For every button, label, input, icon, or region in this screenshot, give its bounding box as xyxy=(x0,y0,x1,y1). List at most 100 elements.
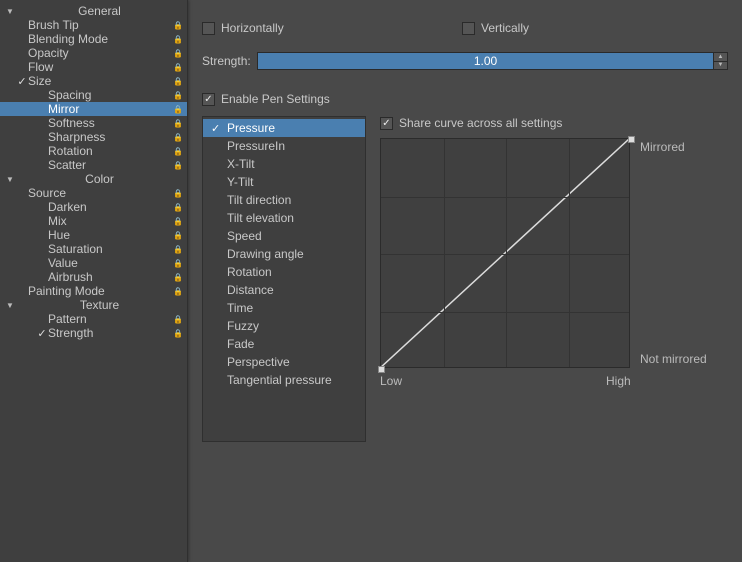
tree-item[interactable]: Darken🔒 xyxy=(0,200,187,214)
tree-item-label: Painting Mode xyxy=(28,284,173,298)
sensor-item[interactable]: Speed xyxy=(203,227,365,245)
tree-item[interactable]: Opacity🔒 xyxy=(0,46,187,60)
tree-item[interactable]: Saturation🔒 xyxy=(0,242,187,256)
sensor-item-label: Tangential pressure xyxy=(227,373,332,387)
tree-item[interactable]: Softness🔒 xyxy=(0,116,187,130)
sensor-item-label: Rotation xyxy=(227,265,272,279)
strength-spinbox[interactable]: ▲ ▼ xyxy=(714,52,728,70)
collapse-icon: ▼ xyxy=(6,301,18,310)
mirror-options-row: Horizontally Vertically xyxy=(202,18,728,38)
spin-down-icon[interactable]: ▼ xyxy=(714,62,727,70)
tree-item[interactable]: Painting Mode🔒 xyxy=(0,284,187,298)
tree-item-label: Rotation xyxy=(48,144,173,158)
curve-handle[interactable] xyxy=(628,136,635,143)
sensor-item-label: Y-Tilt xyxy=(227,175,253,189)
enable-pen-checkbox[interactable] xyxy=(202,93,215,106)
tree-item[interactable]: Airbrush🔒 xyxy=(0,270,187,284)
section-header[interactable]: ▼General xyxy=(0,4,187,18)
tree-item-label: Softness xyxy=(48,116,173,130)
share-curve-checkbox[interactable] xyxy=(380,117,393,130)
section-title: Texture xyxy=(18,298,181,312)
tree-item[interactable]: Rotation🔒 xyxy=(0,144,187,158)
lock-icon: 🔒 xyxy=(173,259,183,268)
sensor-item[interactable]: Tangential pressure xyxy=(203,371,365,389)
lock-icon: 🔒 xyxy=(173,245,183,254)
section-title: Color xyxy=(18,172,181,186)
sensor-item-label: Speed xyxy=(227,229,262,243)
tree-item[interactable]: Mirror🔒 xyxy=(0,102,187,116)
tree-item-label: Mirror xyxy=(48,102,173,116)
tree-item[interactable]: Flow🔒 xyxy=(0,60,187,74)
sensor-item[interactable]: X-Tilt xyxy=(203,155,365,173)
sensor-list: ✓Pressure PressureIn X-Tilt Y-Tilt Tilt dire… xyxy=(202,116,366,442)
vertically-checkbox[interactable] xyxy=(462,22,475,35)
strength-slider[interactable]: 1.00 xyxy=(257,52,714,70)
sensor-item[interactable]: PressureIn xyxy=(203,137,365,155)
tree-item[interactable]: Hue🔒 xyxy=(0,228,187,242)
tree-item-label: Size xyxy=(28,74,173,88)
gridline xyxy=(381,197,629,198)
sensor-check-icon: ✓ xyxy=(211,122,227,135)
section-header[interactable]: ▼Texture xyxy=(0,298,187,312)
tree-item[interactable]: ✓Size🔒 xyxy=(0,74,187,88)
sensor-item[interactable]: Tilt direction xyxy=(203,191,365,209)
lock-icon: 🔒 xyxy=(173,231,183,240)
spin-up-icon[interactable]: ▲ xyxy=(714,53,727,62)
item-check-icon: ✓ xyxy=(36,327,48,340)
enable-pen-label: Enable Pen Settings xyxy=(221,92,330,106)
sensor-item[interactable]: Rotation xyxy=(203,263,365,281)
tree-item[interactable]: Brush Tip🔒 xyxy=(0,18,187,32)
tree-item-label: Spacing xyxy=(48,88,173,102)
curve-handle[interactable] xyxy=(378,366,385,373)
sensor-item-label: Tilt direction xyxy=(227,193,291,207)
sensor-item[interactable]: Drawing angle xyxy=(203,245,365,263)
share-curve-row: Share curve across all settings xyxy=(380,116,728,130)
tree-item[interactable]: Pattern🔒 xyxy=(0,312,187,326)
curve-canvas[interactable] xyxy=(380,138,630,368)
tree-item-label: Mix xyxy=(48,214,173,228)
sensor-item-label: Time xyxy=(227,301,253,315)
tree-item[interactable]: Spacing🔒 xyxy=(0,88,187,102)
lock-icon: 🔒 xyxy=(173,287,183,296)
sensor-item[interactable]: Time xyxy=(203,299,365,317)
horizontally-checkbox[interactable] xyxy=(202,22,215,35)
share-curve-label: Share curve across all settings xyxy=(399,116,562,130)
sensor-item[interactable]: Y-Tilt xyxy=(203,173,365,191)
sensor-item-label: Pressure xyxy=(227,121,275,135)
tree-item-label: Strength xyxy=(48,326,173,340)
vertically-label: Vertically xyxy=(481,21,529,35)
x-axis-low-label: Low xyxy=(380,374,402,388)
lock-icon: 🔒 xyxy=(173,147,183,156)
sensor-item-label: PressureIn xyxy=(227,139,285,153)
tree-item[interactable]: Blending Mode🔒 xyxy=(0,32,187,46)
strength-value: 1.00 xyxy=(474,54,497,68)
lock-icon: 🔒 xyxy=(173,203,183,212)
tree-item-label: Darken xyxy=(48,200,173,214)
section-header[interactable]: ▼Color xyxy=(0,172,187,186)
tree-item[interactable]: Scatter🔒 xyxy=(0,158,187,172)
tree-item[interactable]: Mix🔒 xyxy=(0,214,187,228)
item-check-icon: ✓ xyxy=(16,75,28,88)
sensor-item-label: Tilt elevation xyxy=(227,211,294,225)
tree-item-label: Flow xyxy=(28,60,173,74)
sensor-item[interactable]: Fade xyxy=(203,335,365,353)
tree-item-label: Blending Mode xyxy=(28,32,173,46)
lock-icon: 🔒 xyxy=(173,133,183,142)
tree-item[interactable]: Source🔒 xyxy=(0,186,187,200)
x-axis-high-label: High xyxy=(606,374,631,388)
lock-icon: 🔒 xyxy=(173,189,183,198)
tree-item-label: Source xyxy=(28,186,173,200)
lock-icon: 🔒 xyxy=(173,49,183,58)
sensor-item-label: Perspective xyxy=(227,355,290,369)
sensor-item[interactable]: Perspective xyxy=(203,353,365,371)
lock-icon: 🔒 xyxy=(173,63,183,72)
sensor-item[interactable]: Tilt elevation xyxy=(203,209,365,227)
tree-item-label: Value xyxy=(48,256,173,270)
y-axis-top-label: Mirrored xyxy=(640,140,685,154)
sensor-item[interactable]: Fuzzy xyxy=(203,317,365,335)
sensor-item[interactable]: Distance xyxy=(203,281,365,299)
sensor-item[interactable]: ✓Pressure xyxy=(203,119,365,137)
tree-item[interactable]: Sharpness🔒 xyxy=(0,130,187,144)
tree-item[interactable]: ✓Strength🔒 xyxy=(0,326,187,340)
tree-item[interactable]: Value🔒 xyxy=(0,256,187,270)
